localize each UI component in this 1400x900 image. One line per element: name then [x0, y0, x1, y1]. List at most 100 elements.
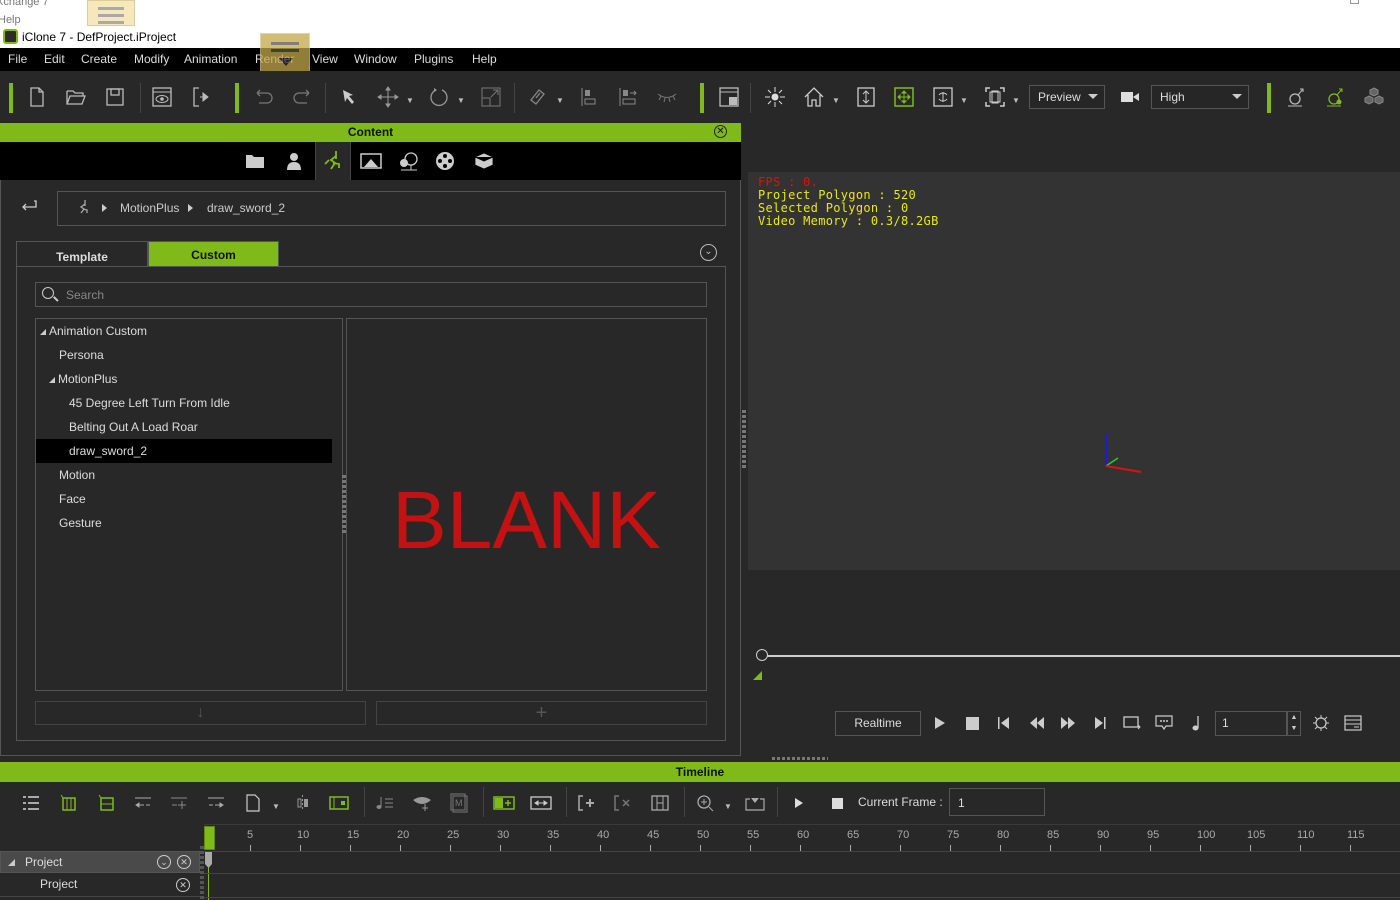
timeline-playhead[interactable] — [204, 826, 215, 850]
playhead-marker[interactable] — [205, 852, 212, 868]
tree-item[interactable]: Motion — [36, 463, 332, 487]
scale-icon[interactable] — [478, 84, 504, 110]
preview-render-icon[interactable] — [149, 84, 175, 110]
spin-up-icon[interactable]: ▲ — [1288, 712, 1300, 723]
dropdown-arrow-icon[interactable]: ▼ — [832, 96, 840, 105]
menu-file[interactable]: File — [8, 52, 27, 66]
pan-icon[interactable] — [891, 84, 917, 110]
tree-item-selected[interactable]: draw_sword_2 — [36, 439, 332, 463]
menu-edit[interactable]: Edit — [44, 52, 65, 66]
music-list-icon[interactable] — [374, 792, 396, 814]
split-clip-icon[interactable] — [292, 792, 314, 814]
track-header-project[interactable]: Project ⌄ ✕ — [0, 851, 200, 873]
panel-splitter-handle[interactable] — [742, 410, 746, 470]
dropdown-arrow-icon[interactable]: ▼ — [457, 96, 465, 105]
dropdown-arrow-icon[interactable]: ▼ — [406, 96, 414, 105]
loop-button[interactable] — [1121, 712, 1143, 734]
timeline-play-button[interactable] — [788, 792, 810, 814]
frame-spinner[interactable]: ▲ ▼ — [1287, 711, 1301, 736]
link-icon[interactable] — [525, 84, 551, 110]
move-right-icon[interactable] — [205, 792, 227, 814]
chevron-down-icon[interactable]: ⌄ — [700, 244, 717, 261]
undo-icon[interactable] — [251, 84, 277, 110]
dropdown-arrow-icon[interactable]: ▼ — [1012, 96, 1020, 105]
tab-stage[interactable] — [353, 142, 389, 180]
menu-plugins[interactable]: Plugins — [414, 52, 453, 66]
collect-range-icon[interactable] — [96, 792, 118, 814]
timeline-stop-button[interactable] — [826, 792, 848, 814]
tree-item[interactable]: 45 Degree Left Turn From Idle — [36, 391, 332, 415]
align-distribute-icon[interactable] — [615, 84, 641, 110]
insert-icon[interactable] — [168, 792, 190, 814]
character-view-icon[interactable] — [1322, 84, 1348, 110]
home-camera-icon[interactable] — [801, 84, 827, 110]
expanded-triangle-icon[interactable] — [40, 328, 46, 335]
export-icon[interactable] — [189, 84, 215, 110]
subtitle-button[interactable] — [1153, 712, 1175, 734]
frame-input[interactable]: 1 — [1215, 711, 1287, 736]
close-track-icon[interactable]: ✕ — [176, 878, 190, 892]
add-button[interactable]: + — [376, 701, 707, 725]
next-frame-button[interactable] — [1057, 712, 1079, 734]
tree-item[interactable]: MotionPlus — [36, 367, 332, 391]
tree-item[interactable]: Belting Out A Load Roar — [36, 415, 332, 439]
camera-icon[interactable] — [1117, 84, 1143, 110]
dropdown-arrow-icon[interactable]: ▼ — [556, 96, 564, 105]
document-icon[interactable] — [242, 792, 264, 814]
new-file-icon[interactable] — [24, 84, 50, 110]
merge-clip-icon[interactable] — [649, 792, 671, 814]
save-icon[interactable] — [102, 84, 128, 110]
tree-item[interactable]: Persona — [36, 343, 332, 367]
zoom-in-icon[interactable] — [694, 792, 716, 814]
tree-item[interactable]: Animation Custom — [36, 319, 332, 343]
open-folder-icon[interactable] — [63, 84, 89, 110]
tab-actor[interactable] — [276, 142, 312, 180]
apply-button[interactable]: ↓ — [35, 701, 366, 725]
eyelash-icon[interactable] — [654, 84, 680, 110]
delete-clip-icon[interactable] — [612, 792, 634, 814]
playback-scrubber-handle[interactable] — [756, 649, 768, 661]
tab-template[interactable]: Template — [16, 241, 148, 267]
previous-frame-button[interactable] — [1026, 712, 1048, 734]
restore-window-icon[interactable] — [1350, 0, 1359, 4]
add-range-icon[interactable] — [493, 792, 515, 814]
panel-layout-button[interactable] — [1342, 712, 1364, 734]
3d-viewport[interactable]: FPS : 0. Project Polygon : 520 Selected … — [748, 172, 1400, 570]
stop-button[interactable] — [961, 712, 983, 734]
tab-set[interactable] — [391, 142, 427, 180]
motion-layer-icon[interactable]: M — [448, 792, 470, 814]
insert-clip-icon[interactable] — [576, 792, 598, 814]
search-field[interactable] — [35, 282, 707, 307]
playback-scrubber-track[interactable] — [757, 655, 1400, 657]
redo-icon[interactable] — [289, 84, 315, 110]
menu-modify[interactable]: Modify — [134, 52, 169, 66]
render-mode-dropdown[interactable]: Preview — [1029, 85, 1105, 109]
tab-animation[interactable] — [315, 142, 351, 180]
collapse-track-icon[interactable]: ⌄ — [157, 855, 171, 869]
quality-dropdown[interactable]: High — [1151, 85, 1249, 109]
close-icon[interactable]: ✕ — [714, 125, 727, 138]
dropdown-arrow-icon[interactable]: ▼ — [272, 802, 280, 811]
audio-button[interactable] — [1185, 712, 1207, 734]
align-top-icon[interactable] — [576, 84, 602, 110]
close-track-icon[interactable]: ✕ — [177, 855, 191, 869]
character-icon[interactable] — [1283, 84, 1309, 110]
dropdown-arrow-icon[interactable]: ▼ — [960, 96, 968, 105]
tab-props[interactable] — [466, 142, 502, 180]
breadcrumb-item[interactable]: MotionPlus — [120, 201, 179, 215]
settings-button[interactable] — [1310, 712, 1332, 734]
tab-folder[interactable] — [237, 142, 273, 180]
current-frame-input[interactable]: 1 — [949, 788, 1045, 816]
expanded-triangle-icon[interactable] — [49, 376, 55, 383]
menu-window[interactable]: Window — [354, 52, 397, 66]
tree-item[interactable]: Face — [36, 487, 332, 511]
tab-media[interactable] — [428, 142, 464, 180]
export-clip-icon[interactable] — [744, 792, 766, 814]
running-man-icon[interactable] — [76, 199, 90, 218]
boxes-icon[interactable] — [1361, 84, 1387, 110]
move-left-icon[interactable] — [132, 792, 154, 814]
go-to-end-button[interactable] — [1089, 712, 1111, 734]
dropdown-arrow-icon[interactable]: ▼ — [724, 802, 732, 811]
orbit-icon[interactable] — [930, 84, 956, 110]
lips-icon[interactable] — [411, 792, 433, 814]
